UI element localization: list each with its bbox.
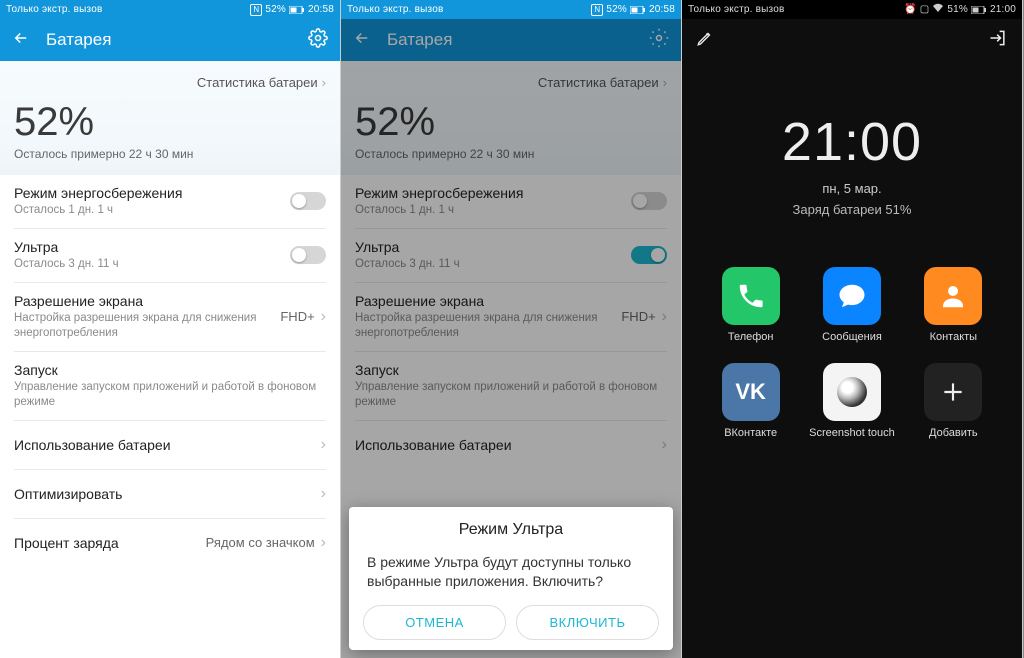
nfc-icon: N	[591, 4, 603, 16]
status-bar: Только экстр. вызов N 52% 20:58	[341, 0, 681, 19]
contacts-icon	[924, 267, 982, 325]
phone-ultra-mode-home: Только экстр. вызов ⏰ ▢ 51% 21:00 21:00 …	[682, 0, 1023, 658]
messages-icon	[823, 267, 881, 325]
toggle-ultra[interactable]	[631, 246, 667, 264]
status-right: N 52% 20:58	[250, 4, 334, 16]
toggle-ultra[interactable]	[290, 246, 326, 264]
battery-hero: Статистика батареи› 52% Осталось примерн…	[0, 61, 340, 175]
clock-date: пн, 5 мар.	[682, 181, 1022, 196]
status-carrier: Только экстр. вызов	[688, 4, 904, 15]
app-contacts[interactable]: Контакты	[903, 267, 1004, 343]
battery-icon	[630, 6, 646, 14]
gear-icon[interactable]	[308, 28, 328, 53]
chevron-right-icon: ›	[321, 308, 326, 326]
app-grid: Телефон Сообщения Контакты VK ВКонтакте …	[682, 247, 1022, 439]
battery-icon	[971, 6, 987, 14]
chevron-right-icon: ›	[662, 436, 667, 454]
toggle-power-saving[interactable]	[290, 192, 326, 210]
status-time: 21:00	[990, 4, 1016, 15]
row-ultra[interactable]: УльтраОсталось 3 дн. 11 ч	[341, 229, 681, 282]
clock-time: 21:00	[682, 111, 1022, 173]
chevron-right-icon: ›	[322, 75, 326, 90]
chevron-right-icon: ›	[662, 308, 667, 326]
vk-icon: VK	[722, 363, 780, 421]
dialog-title: Режим Ультра	[349, 507, 673, 549]
battery-pct: 51%	[947, 4, 968, 15]
row-resolution[interactable]: Разрешение экранаНастройка разрешения эк…	[341, 283, 681, 351]
cast-icon: ▢	[920, 4, 930, 15]
status-time: 20:58	[649, 4, 675, 15]
ultra-mode-dialog: Режим Ультра В режиме Ультра будут досту…	[349, 507, 673, 650]
status-bar: Только экстр. вызов N 52% 20:58	[0, 0, 340, 19]
row-percentage[interactable]: Процент заряда Рядом со значком ›	[0, 519, 340, 567]
header: Батарея	[0, 19, 340, 61]
row-power-saving[interactable]: Режим энергосбереженияОсталось 1 дн. 1 ч	[0, 175, 340, 228]
app-phone[interactable]: Телефон	[700, 267, 801, 343]
toggle-power-saving[interactable]	[631, 192, 667, 210]
battery-percentage: 52%	[355, 100, 667, 145]
dialog-body: В режиме Ультра будут доступны только вы…	[349, 549, 673, 605]
status-carrier: Только экстр. вызов	[6, 4, 250, 15]
status-time: 20:58	[308, 4, 334, 15]
header-title: Батарея	[387, 30, 649, 50]
row-battery-usage[interactable]: Использование батареи ›	[341, 421, 681, 469]
nfc-icon: N	[250, 4, 262, 16]
resolution-value: FHD+	[280, 309, 314, 324]
clock-charge: Заряд батареи 51%	[682, 202, 1022, 217]
phone-battery-settings: Только экстр. вызов N 52% 20:58 Батарея …	[0, 0, 341, 658]
battery-stats-link[interactable]: Статистика батареи›	[14, 71, 326, 100]
settings-list: Режим энергосбереженияОсталось 1 дн. 1 ч…	[0, 175, 340, 567]
row-launch[interactable]: ЗапускУправление запуском приложений и р…	[0, 352, 340, 420]
status-right: ⏰ ▢ 51% 21:00	[904, 3, 1016, 16]
chevron-right-icon: ›	[321, 485, 326, 503]
phone-battery-ultra-dialog: Только экстр. вызов N 52% 20:58 Батарея …	[341, 0, 682, 658]
alarm-icon: ⏰	[904, 4, 917, 15]
row-optimize[interactable]: Оптимизировать ›	[0, 470, 340, 518]
battery-pct: 52%	[265, 4, 286, 15]
battery-remaining: Осталось примерно 22 ч 30 мин	[14, 147, 326, 161]
back-icon[interactable]	[353, 29, 373, 52]
row-battery-usage[interactable]: Использование батареи ›	[0, 421, 340, 469]
camera-lens-icon	[823, 363, 881, 421]
chevron-right-icon: ›	[321, 534, 326, 552]
app-vkontakte[interactable]: VK ВКонтакте	[700, 363, 801, 439]
wifi-icon	[932, 3, 944, 16]
chevron-right-icon: ›	[321, 436, 326, 454]
resolution-value: FHD+	[621, 309, 655, 324]
status-right: N 52% 20:58	[591, 4, 675, 16]
back-icon[interactable]	[12, 29, 32, 52]
app-messages[interactable]: Сообщения	[801, 267, 902, 343]
row-power-saving[interactable]: Режим энергосбереженияОсталось 1 дн. 1 ч	[341, 175, 681, 228]
battery-remaining: Осталось примерно 22 ч 30 мин	[355, 147, 667, 161]
row-resolution[interactable]: Разрешение экранаНастройка разрешения эк…	[0, 283, 340, 351]
status-bar: Только экстр. вызов ⏰ ▢ 51% 21:00	[682, 0, 1022, 19]
header-title: Батарея	[46, 30, 308, 50]
enable-button[interactable]: ВКЛЮЧИТЬ	[516, 605, 659, 640]
app-screenshot-touch[interactable]: Screenshot touch	[801, 363, 902, 439]
chevron-right-icon: ›	[663, 75, 667, 90]
battery-hero: Статистика батареи› 52% Осталось примерн…	[341, 61, 681, 175]
row-ultra[interactable]: УльтраОсталось 3 дн. 11 ч	[0, 229, 340, 282]
percentage-value: Рядом со значком	[206, 535, 315, 550]
edit-icon[interactable]	[696, 29, 988, 52]
clock-area: 21:00 пн, 5 мар. Заряд батареи 51%	[682, 61, 1022, 247]
plus-icon	[924, 363, 982, 421]
app-add[interactable]: Добавить	[903, 363, 1004, 439]
phone-icon	[722, 267, 780, 325]
status-carrier: Только экстр. вызов	[347, 4, 591, 15]
battery-stats-link[interactable]: Статистика батареи›	[355, 71, 667, 100]
battery-icon	[289, 6, 305, 14]
top-bar	[682, 19, 1022, 61]
gear-icon[interactable]	[649, 28, 669, 53]
row-launch[interactable]: ЗапускУправление запуском приложений и р…	[341, 352, 681, 420]
battery-pct: 52%	[606, 4, 627, 15]
battery-percentage: 52%	[14, 100, 326, 145]
exit-icon[interactable]	[988, 28, 1008, 53]
settings-list: Режим энергосбереженияОсталось 1 дн. 1 ч…	[341, 175, 681, 469]
cancel-button[interactable]: ОТМЕНА	[363, 605, 506, 640]
header: Батарея	[341, 19, 681, 61]
